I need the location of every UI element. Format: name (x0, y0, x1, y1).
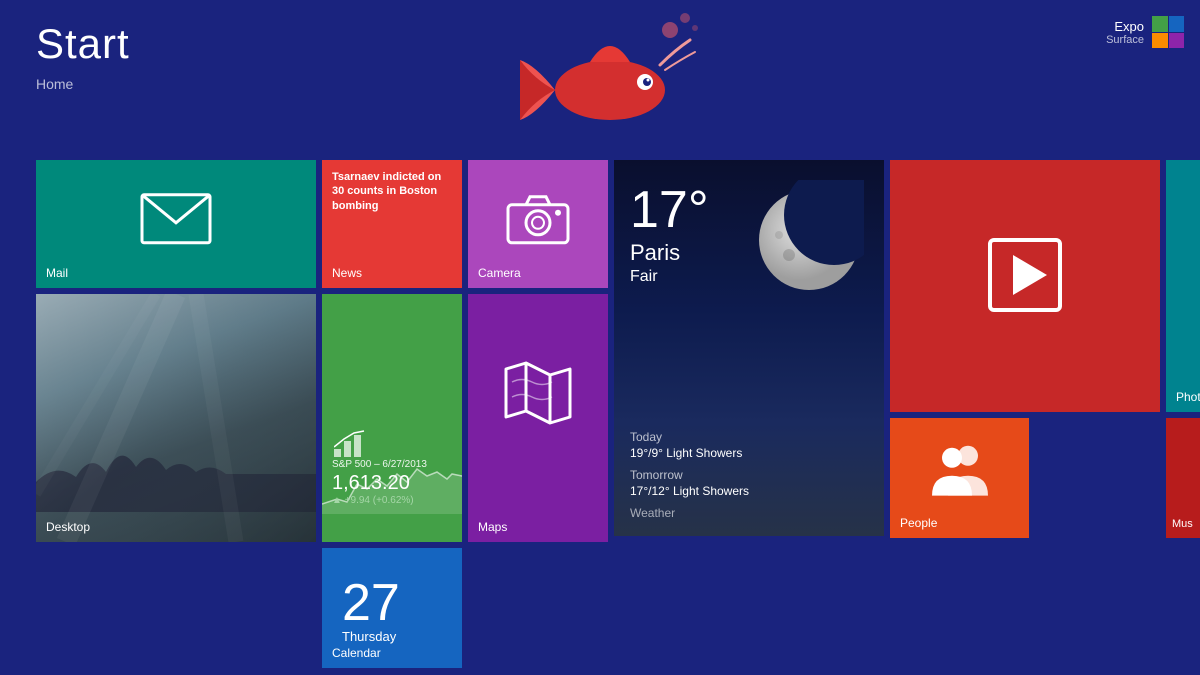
people-icon (926, 444, 994, 501)
avatar-cell (1152, 33, 1168, 49)
avatar (1152, 16, 1184, 48)
people-internet-row: People (890, 418, 1160, 538)
tile-weather[interactable]: 17° Paris Fair Today 19°/9° Light Shower… (614, 160, 884, 536)
start-title: Start (36, 20, 130, 68)
tile-people[interactable]: People (890, 418, 1029, 538)
column-4: 17° Paris Fair Today 19°/9° Light Shower… (614, 160, 884, 668)
tile-desktop[interactable]: Desktop (36, 294, 316, 542)
tile-finance[interactable]: S&P 500 – 6/27/2013 1,613.20 ▲ +9.94 (+0… (322, 294, 462, 542)
user-name: Expo (1106, 19, 1144, 34)
column-5: People (890, 160, 1160, 668)
tile-maps[interactable]: Maps (468, 294, 608, 542)
finance-value: 1,613.20 (332, 472, 452, 495)
user-info[interactable]: Expo Surface (1106, 16, 1184, 48)
column-2: Tsarnaev indicted on 30 counts in Boston… (322, 160, 462, 668)
mail-icon (140, 193, 212, 245)
column-3: Camera Maps (468, 160, 608, 668)
tile-camera[interactable]: Camera (468, 160, 608, 288)
avatar-cell (1152, 16, 1168, 32)
video-play-icon (985, 235, 1065, 320)
user-subtitle: Surface (1106, 34, 1144, 46)
desktop-label: Desktop (46, 520, 306, 534)
camera-label: Camera (478, 266, 598, 280)
photos-label: Photos (1176, 390, 1200, 404)
fish-svg (500, 10, 720, 160)
maps-label: Maps (478, 520, 598, 534)
moon-icon (754, 180, 864, 300)
home-label: Home (36, 76, 130, 92)
tile-mail[interactable]: Mail (36, 160, 316, 288)
news-headline: Tsarnaev indicted on 30 counts in Boston… (322, 160, 462, 223)
weather-forecast: Today 19°/9° Light Showers Tomorrow 17°/… (630, 430, 868, 506)
fish-decoration (500, 10, 700, 150)
column-6: Photos Mus Inter (1166, 160, 1200, 668)
music-internet-row: Mus Inter (1166, 418, 1200, 538)
finance-change: ▲ +9.94 (+0.62%) (332, 495, 452, 506)
tile-video[interactable] (890, 160, 1160, 412)
camera-icon (506, 193, 570, 245)
water-effect (36, 294, 316, 542)
avatar-cell (1169, 33, 1185, 49)
tomorrow-detail: 17°/12° Light Showers (630, 484, 868, 498)
news-label: News (332, 266, 452, 280)
calendar-date: 27 (332, 571, 452, 629)
header: Start Home (36, 20, 130, 92)
column-1: Mail (36, 160, 316, 668)
finance-content: S&P 500 – 6/27/2013 1,613.20 ▲ +9.94 (+0… (322, 451, 462, 514)
maps-icon (502, 357, 574, 429)
mail-label: Mail (46, 266, 306, 280)
today-detail: 19°/9° Light Showers (630, 446, 868, 460)
tile-news[interactable]: Tsarnaev indicted on 30 counts in Boston… (322, 160, 462, 288)
calendar-day: Thursday (332, 629, 452, 646)
user-text: Expo Surface (1106, 19, 1144, 46)
calendar-label: Calendar (332, 646, 452, 660)
music-label: Mus (1172, 518, 1193, 530)
tiles-container: Mail (36, 160, 1200, 668)
people-label: People (900, 516, 1019, 530)
tile-calendar[interactable]: 27 Thursday Calendar (322, 548, 462, 668)
finance-title: S&P 500 – 6/27/2013 (332, 459, 452, 470)
tile-music[interactable]: Mus (1166, 418, 1200, 538)
avatar-cell (1169, 16, 1185, 32)
tomorrow-label: Tomorrow (630, 468, 868, 482)
weather-label: Weather (630, 506, 868, 520)
today-label: Today (630, 430, 868, 444)
tile-photos[interactable]: Photos (1166, 160, 1200, 412)
